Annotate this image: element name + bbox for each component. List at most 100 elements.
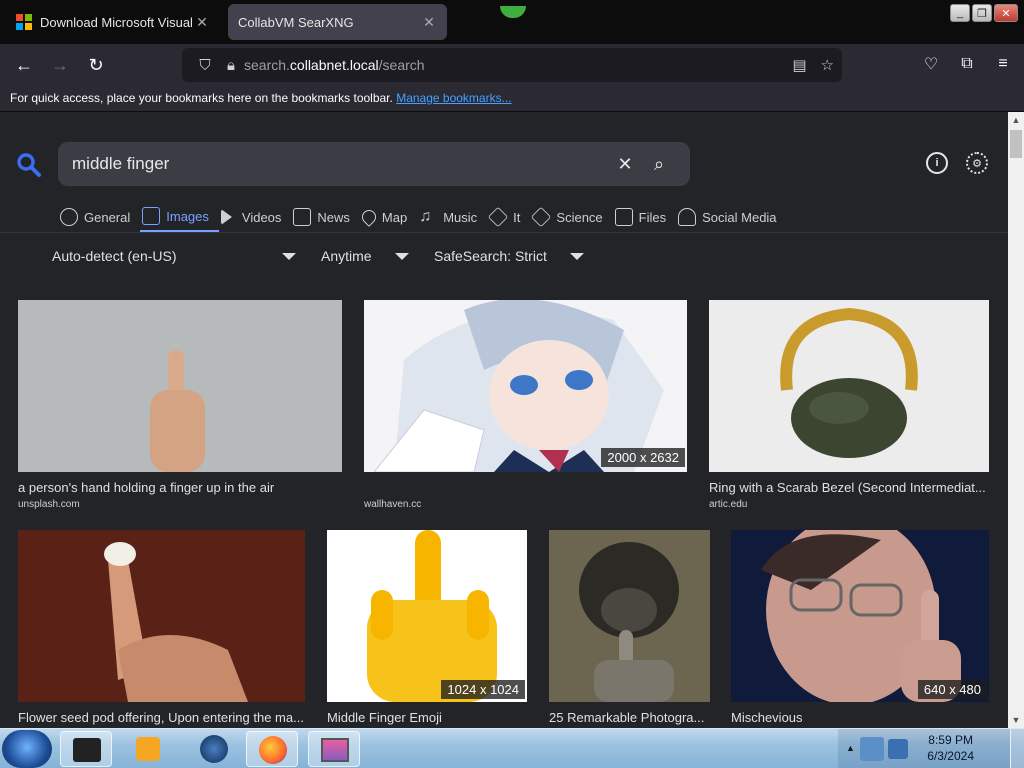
tab-social-media[interactable]: Social Media bbox=[676, 202, 786, 232]
tab-map[interactable]: Map bbox=[359, 202, 417, 232]
scroll-thumb[interactable] bbox=[1010, 130, 1022, 158]
category-tabs: General Images Videos News Map ♫ Music It… bbox=[58, 202, 787, 232]
chevron-down-icon bbox=[282, 252, 296, 260]
scroll-down-icon[interactable]: ▼ bbox=[1008, 712, 1024, 728]
search-input[interactable]: middle finger bbox=[72, 154, 608, 174]
window-controls: _ ❐ ✕ bbox=[950, 4, 1018, 22]
result-thumbnail bbox=[327, 530, 527, 702]
reader-view-icon[interactable]: ▤ bbox=[792, 56, 806, 74]
people-icon bbox=[678, 208, 697, 226]
result-source: wallhaven.cc bbox=[364, 499, 422, 510]
search-icon bbox=[60, 208, 78, 226]
show-hidden-icons[interactable]: ▲ bbox=[846, 743, 855, 753]
pocket-icon[interactable]: ♡ bbox=[920, 48, 942, 80]
tab-videos[interactable]: Videos bbox=[219, 202, 292, 232]
taskbar-media-player-icon[interactable] bbox=[122, 731, 174, 767]
system-tray: ▲ 8:59 PM 6/3/2024 bbox=[838, 729, 1024, 768]
searxng-logo-icon[interactable] bbox=[16, 152, 42, 178]
microsoft-logo-icon bbox=[16, 14, 32, 30]
address-bar[interactable]: ⛉ 🔒︎ search. collabnet.local/search ▤ ☆ bbox=[182, 48, 842, 82]
navigation-toolbar: ← → ↻ ⛉ 🔒︎ search. collabnet.local/search… bbox=[0, 44, 1024, 86]
taskbar-terminal-icon[interactable] bbox=[60, 731, 112, 767]
bookmarks-hint: For quick access, place your bookmarks h… bbox=[10, 91, 393, 105]
tab-science[interactable]: Science bbox=[530, 202, 612, 232]
tab-title: CollabVM SearXNG bbox=[238, 14, 354, 30]
manage-bookmarks-link[interactable]: Manage bookmarks... bbox=[396, 91, 511, 105]
close-icon[interactable]: ✕ bbox=[421, 14, 437, 31]
menu-icon[interactable]: ≡ bbox=[992, 48, 1014, 80]
play-icon bbox=[220, 209, 232, 225]
back-button[interactable]: ← bbox=[6, 49, 42, 81]
tab-visual-cpp[interactable]: Download Microsoft Visual C+... ✕ bbox=[6, 4, 220, 40]
start-button[interactable] bbox=[2, 730, 52, 768]
clear-search-icon[interactable]: ✕ bbox=[608, 154, 642, 175]
settings-gear-icon[interactable]: ⚙ bbox=[966, 152, 988, 174]
show-desktop-button[interactable] bbox=[1010, 729, 1024, 768]
volume-icon[interactable] bbox=[888, 739, 908, 759]
url-path: /search bbox=[378, 57, 425, 73]
tab-title: Download Microsoft Visual C+... bbox=[40, 14, 194, 30]
chevron-down-icon bbox=[570, 252, 584, 260]
image-result[interactable]: 1024 x 1024 bbox=[327, 530, 527, 702]
image-result[interactable] bbox=[18, 530, 305, 702]
bookmark-star-icon[interactable]: ☆ bbox=[821, 56, 834, 74]
minimize-button[interactable]: _ bbox=[950, 4, 970, 22]
time-range-select[interactable]: Anytime bbox=[321, 248, 409, 264]
image-result[interactable] bbox=[549, 530, 710, 702]
shield-icon[interactable]: ⛉ bbox=[192, 57, 218, 74]
result-thumbnail bbox=[18, 300, 342, 472]
tab-it[interactable]: It bbox=[487, 202, 530, 232]
tab-news[interactable]: News bbox=[291, 202, 360, 232]
result-thumbnail bbox=[364, 300, 687, 472]
language-select[interactable]: Auto-detect (en-US) bbox=[52, 248, 296, 264]
close-icon[interactable]: ✕ bbox=[194, 14, 210, 31]
result-caption[interactable]: a person's hand holding a finger up in t… bbox=[18, 480, 342, 495]
files-icon bbox=[614, 208, 633, 226]
lock-icon[interactable]: 🔒︎ bbox=[218, 57, 244, 74]
reload-button[interactable]: ↻ bbox=[78, 49, 114, 81]
tab-searxng[interactable]: CollabVM SearXNG ✕ bbox=[228, 4, 447, 40]
image-result[interactable]: 2000 x 2632 bbox=[364, 300, 687, 472]
info-icon[interactable]: i bbox=[926, 152, 948, 174]
tab-general[interactable]: General bbox=[58, 202, 140, 232]
tab-music[interactable]: ♫ Music bbox=[417, 202, 487, 232]
safesearch-select[interactable]: SafeSearch: Strict bbox=[434, 248, 584, 264]
close-window-button[interactable]: ✕ bbox=[994, 4, 1018, 22]
image-dimensions: 2000 x 2632 bbox=[601, 448, 685, 467]
overlay-decoration bbox=[500, 6, 526, 18]
music-note-icon: ♫ bbox=[419, 208, 432, 225]
maximize-button[interactable]: ❐ bbox=[972, 4, 992, 22]
result-caption[interactable]: Ring with a Scarab Bezel (Second Interme… bbox=[709, 480, 989, 495]
taskbar-screen-app-icon[interactable] bbox=[308, 731, 360, 767]
forward-button[interactable]: → bbox=[42, 49, 78, 81]
result-caption[interactable]: Mischevious bbox=[731, 710, 989, 725]
system-clock[interactable]: 8:59 PM 6/3/2024 bbox=[927, 733, 974, 763]
result-thumbnail bbox=[731, 530, 989, 702]
result-caption[interactable]: 25 Remarkable Photogra... bbox=[549, 710, 710, 725]
tab-files[interactable]: Files bbox=[613, 202, 676, 232]
chevron-down-icon bbox=[395, 252, 409, 260]
image-result[interactable] bbox=[709, 300, 989, 472]
image-result[interactable] bbox=[18, 300, 342, 472]
graduation-cap-icon bbox=[531, 206, 552, 228]
taskbar-network-globe-icon[interactable] bbox=[188, 731, 240, 767]
map-pin-icon bbox=[359, 207, 379, 227]
result-caption[interactable]: Flower seed pod offering, Upon entering … bbox=[18, 710, 305, 725]
taskbar-firefox-icon[interactable] bbox=[246, 731, 298, 767]
url-domain: collabnet.local bbox=[289, 57, 379, 73]
extensions-icon[interactable]: ⧉ bbox=[956, 48, 978, 80]
result-source: unsplash.com bbox=[18, 499, 80, 510]
image-dimensions: 640 x 480 bbox=[917, 680, 987, 699]
searxng-page: middle finger ✕ ⌕ i ⚙ General Images Vid… bbox=[0, 112, 1008, 728]
page-scrollbar[interactable]: ▲ ▼ bbox=[1008, 112, 1024, 728]
image-result[interactable]: 640 x 480 bbox=[731, 530, 989, 702]
network-icon[interactable] bbox=[860, 737, 884, 761]
scroll-up-icon[interactable]: ▲ bbox=[1008, 112, 1024, 128]
tab-images[interactable]: Images bbox=[140, 202, 219, 232]
divider bbox=[0, 232, 1008, 233]
bookmarks-toolbar: For quick access, place your bookmarks h… bbox=[0, 86, 1024, 112]
search-submit-icon[interactable]: ⌕ bbox=[642, 154, 676, 175]
result-caption[interactable]: Middle Finger Emoji bbox=[327, 710, 527, 725]
windows-taskbar: ▲ 8:59 PM 6/3/2024 bbox=[0, 728, 1024, 768]
search-box: middle finger ✕ ⌕ bbox=[58, 142, 690, 186]
